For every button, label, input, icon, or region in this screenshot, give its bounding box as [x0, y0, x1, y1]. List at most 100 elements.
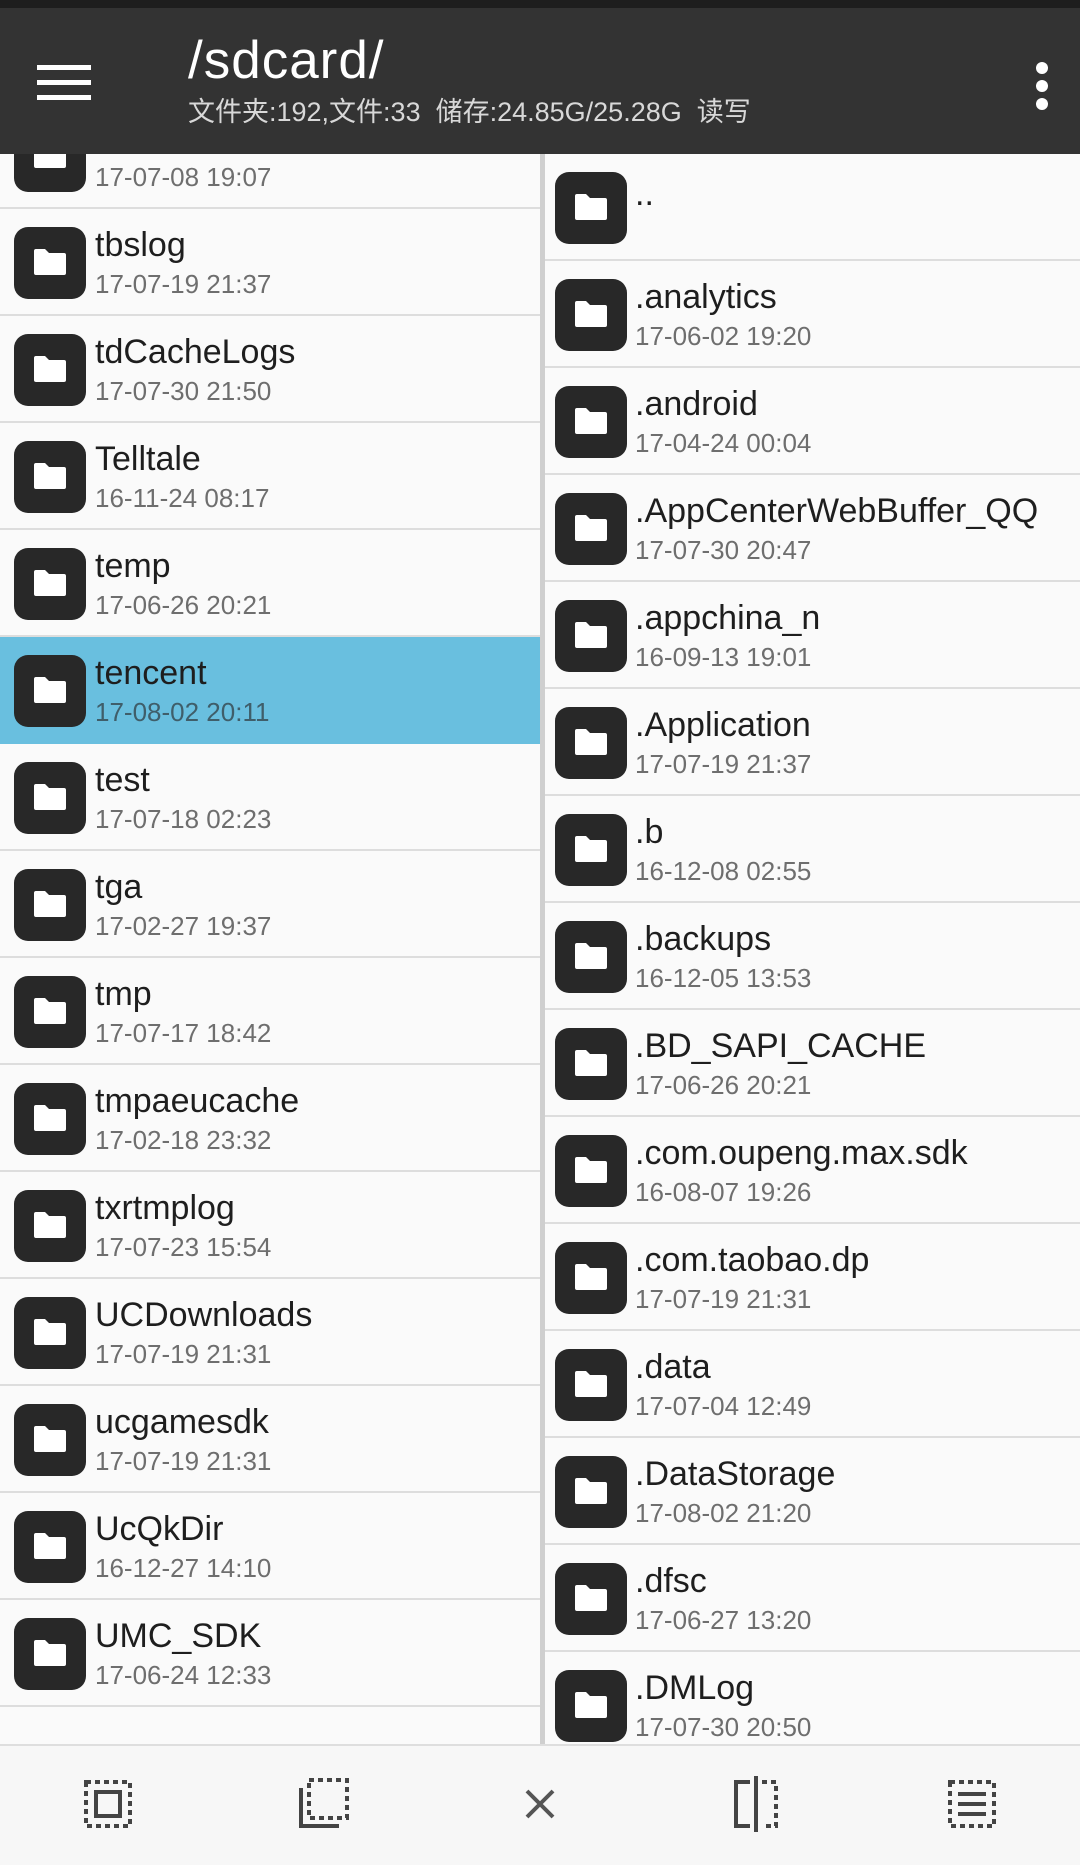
path-title: /sdcard/: [188, 31, 385, 90]
file-name: test: [95, 761, 150, 799]
folder-icon: [555, 1563, 627, 1635]
file-row[interactable]: tdCacheLogs 17-07-30 21:50: [0, 316, 540, 423]
folder-icon-glyph: [34, 463, 66, 489]
file-name: txrtmplog: [95, 1189, 235, 1227]
file-row[interactable]: tga 17-02-27 19:37: [0, 851, 540, 958]
file-date: 17-02-27 19:37: [95, 911, 272, 941]
file-row[interactable]: .Application 17-07-19 21:37: [545, 689, 1080, 796]
folder-icon-glyph: [34, 677, 66, 703]
file-row[interactable]: .com.oupeng.max.sdk 16-08-07 19:26: [545, 1117, 1080, 1224]
file-date: 16-12-05 13:53: [635, 963, 812, 993]
folder-icon: [555, 1242, 627, 1314]
file-row[interactable]: .android 17-04-24 00:04: [545, 368, 1080, 475]
select-all-icon: [84, 1780, 132, 1828]
folder-icon: [555, 600, 627, 672]
file-name: tbs: [95, 154, 140, 158]
file-row[interactable]: tmpaeucache 17-02-18 23:32: [0, 1065, 540, 1172]
folder-icon: [14, 154, 86, 192]
file-row[interactable]: .AppCenterWebBuffer_QQ 17-07-30 20:47: [545, 475, 1080, 582]
select-region-icon: [299, 1778, 349, 1828]
file-date: 17-07-19 21:31: [635, 1284, 812, 1314]
file-row[interactable]: .BD_SAPI_CACHE 17-06-26 20:21: [545, 1010, 1080, 1117]
file-name: tdCacheLogs: [95, 333, 296, 371]
file-row[interactable]: .data 17-07-04 12:49: [545, 1331, 1080, 1438]
folder-icon-glyph: [575, 1264, 607, 1290]
file-row[interactable]: tmp 17-07-17 18:42: [0, 958, 540, 1065]
file-row[interactable]: txrtmplog 17-07-23 15:54: [0, 1172, 540, 1279]
file-row[interactable]: UMC_SDK 17-06-24 12:33: [0, 1600, 540, 1707]
folder-icon: [555, 279, 627, 351]
right-file-panel[interactable]: .. .analytics 17-06-02 19:20 .android 17-04-…: [545, 154, 1080, 1744]
file-row[interactable]: ..: [545, 154, 1080, 261]
file-name: .BD_SAPI_CACHE: [635, 1027, 926, 1065]
file-row[interactable]: .DMLog 17-07-30 20:50: [545, 1652, 1080, 1744]
file-row[interactable]: .backups 16-12-05 13:53: [545, 903, 1080, 1010]
file-date: 17-07-19 21:31: [95, 1446, 272, 1476]
file-row[interactable]: test 17-07-18 02:23: [0, 744, 540, 851]
file-date: 17-06-24 12:33: [95, 1660, 272, 1690]
file-date: 16-11-24 08:17: [95, 483, 270, 513]
file-date: 16-12-08 02:55: [635, 856, 812, 886]
split-view-icon: [734, 1776, 778, 1832]
folder-icon-glyph: [34, 1319, 66, 1345]
folder-icon: [555, 1349, 627, 1421]
folder-icon: [14, 762, 86, 834]
folder-icon: [14, 1190, 86, 1262]
file-row[interactable]: .appchina_n 16-09-13 19:01: [545, 582, 1080, 689]
file-row[interactable]: .dfsc 17-06-27 13:20: [545, 1545, 1080, 1652]
folder-icon: [555, 1456, 627, 1528]
left-file-panel[interactable]: tbs 17-07-08 19:07 tbslog 17-07-19 21:37 tdC…: [0, 154, 540, 1744]
file-date: 17-07-30 20:50: [635, 1712, 812, 1742]
file-name: tmp: [95, 975, 152, 1013]
folder-icon: [14, 1618, 86, 1690]
file-row[interactable]: temp 17-06-26 20:21: [0, 530, 540, 637]
file-row[interactable]: UCDownloads 17-07-19 21:31: [0, 1279, 540, 1386]
select-all-button[interactable]: [78, 1774, 138, 1834]
file-row[interactable]: tbs 17-07-08 19:07: [0, 154, 540, 209]
folder-icon-glyph: [575, 1692, 607, 1718]
cancel-selection-button[interactable]: [510, 1774, 570, 1834]
file-row[interactable]: .analytics 17-06-02 19:20: [545, 261, 1080, 368]
file-row[interactable]: .b 16-12-08 02:55: [545, 796, 1080, 903]
select-region-button[interactable]: [293, 1774, 353, 1834]
file-name: ..: [635, 175, 654, 213]
file-name: tmpaeucache: [95, 1082, 300, 1120]
list-view-button[interactable]: [942, 1774, 1002, 1834]
path-header: /sdcard/ 文件夹:192,文件:33 储存:24.85G/25.28G …: [188, 28, 751, 130]
more-vert-icon: [1036, 62, 1048, 110]
folder-icon: [555, 1135, 627, 1207]
folder-icon-glyph: [575, 1478, 607, 1504]
list-view-icon: [948, 1780, 996, 1828]
file-name: .Application: [635, 706, 811, 744]
file-row[interactable]: tencent 17-08-02 20:11: [0, 637, 540, 744]
file-name: tencent: [95, 654, 207, 692]
file-date: 17-06-02 19:20: [635, 321, 812, 351]
file-name: Telltale: [95, 440, 201, 478]
split-view-button[interactable]: [726, 1774, 786, 1834]
folder-icon-glyph: [575, 1585, 607, 1611]
more-options-button[interactable]: [1014, 46, 1070, 126]
folder-icon-glyph: [575, 622, 607, 648]
file-name: .AppCenterWebBuffer_QQ: [635, 492, 1039, 530]
folder-icon: [14, 1083, 86, 1155]
file-row[interactable]: tbslog 17-07-19 21:37: [0, 209, 540, 316]
folder-icon: [555, 172, 627, 244]
file-name: .com.oupeng.max.sdk: [635, 1134, 968, 1172]
folder-icon: [14, 548, 86, 620]
file-name: tbslog: [95, 226, 186, 264]
file-row[interactable]: ucgamesdk 17-07-19 21:31: [0, 1386, 540, 1493]
file-date: 17-06-26 20:21: [95, 590, 272, 620]
file-row[interactable]: .com.taobao.dp 17-07-19 21:31: [545, 1224, 1080, 1331]
file-date: 17-07-17 18:42: [95, 1018, 272, 1048]
menu-button[interactable]: [20, 42, 110, 122]
file-row[interactable]: UcQkDir 16-12-27 14:10: [0, 1493, 540, 1600]
folder-icon-glyph: [575, 1050, 607, 1076]
folder-icon: [14, 1404, 86, 1476]
file-date: 17-08-02 21:20: [635, 1498, 812, 1528]
folder-icon-glyph: [575, 943, 607, 969]
file-row[interactable]: .DataStorage 17-08-02 21:20: [545, 1438, 1080, 1545]
file-row[interactable]: Telltale 16-11-24 08:17: [0, 423, 540, 530]
folder-icon-glyph: [34, 1533, 66, 1559]
file-date: 17-06-27 13:20: [635, 1605, 812, 1635]
folder-icon: [14, 227, 86, 299]
